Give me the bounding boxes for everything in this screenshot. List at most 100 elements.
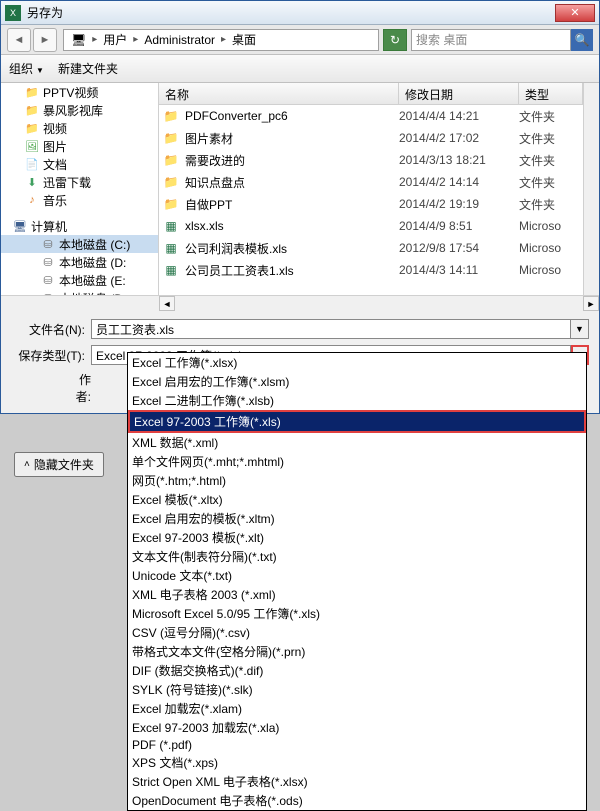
savetype-option[interactable]: 带格式文本文件(空格分隔)(*.prn) — [128, 642, 586, 661]
savetype-option[interactable]: Strict Open XML 电子表格(*.xlsx) — [128, 772, 586, 791]
file-date: 2012/9/8 17:54 — [399, 241, 519, 255]
chevron-right-icon: ▸ — [130, 34, 141, 45]
hide-folders-panel: ˄隐藏文件夹 — [14, 452, 104, 477]
computer-icon: 🖥 — [13, 219, 27, 233]
col-type[interactable]: 类型 — [519, 83, 583, 104]
file-date: 2014/4/9 8:51 — [399, 219, 519, 233]
sidebar-item[interactable]: 📁暴风影视库 — [1, 101, 158, 119]
file-row[interactable]: ▦xlsx.xls2014/4/9 8:51Microso — [159, 215, 583, 237]
dialog-title: 另存为 — [27, 4, 555, 21]
savetype-option[interactable]: Excel 启用宏的模板(*.xltm) — [128, 509, 586, 528]
crumb-admin[interactable]: Administrator — [141, 33, 218, 47]
crumb-desktop[interactable]: 桌面 — [229, 31, 259, 48]
scroll-left-button[interactable]: ◄ — [159, 296, 175, 311]
col-name[interactable]: 名称 — [159, 83, 399, 104]
savetype-option[interactable]: Excel 启用宏的工作簿(*.xlsm) — [128, 372, 586, 391]
sidebar-drive[interactable]: ⛁本地磁盘 (C:) — [1, 235, 158, 253]
back-button[interactable]: ◄ — [7, 28, 31, 52]
main-area: 📁PPTV视频📁暴风影视库📁视频🖼图片📄文档⬇迅雷下载♪音乐🖥计算机⛁本地磁盘 … — [1, 83, 599, 295]
sidebar-item-label: 暴风影视库 — [43, 102, 103, 119]
folder-icon: 📁 — [25, 121, 39, 135]
folder-icon: 📁 — [163, 174, 179, 190]
savetype-label: 保存类型(T): — [11, 347, 91, 364]
savetype-option[interactable]: XPS 文档(*.xps) — [128, 753, 586, 772]
savetype-option[interactable]: DIF (数据交换格式)(*.dif) — [128, 661, 586, 680]
author-label: 作者: — [67, 371, 91, 405]
search-input[interactable]: 搜索 桌面 — [411, 29, 571, 51]
filename-dropdown[interactable]: ▼ — [571, 319, 589, 339]
chevron-right-icon: ▸ — [89, 34, 100, 45]
close-button[interactable]: ✕ — [555, 4, 595, 22]
disk-icon: ⛁ — [41, 255, 55, 269]
file-date: 2014/4/2 19:19 — [399, 197, 519, 211]
search-button[interactable]: 🔍 — [571, 29, 593, 51]
sidebar-item-label: 本地磁盘 (C:) — [59, 236, 130, 253]
file-row[interactable]: 📁自做PPT2014/4/2 19:19文件夹 — [159, 193, 583, 215]
savetype-option[interactable]: Excel 加载宏(*.xlam) — [128, 699, 586, 718]
sidebar-item-label: 视频 — [43, 120, 67, 137]
scroll-right-button[interactable]: ► — [583, 296, 599, 311]
file-row[interactable]: 📁PDFConverter_pc62014/4/4 14:21文件夹 — [159, 105, 583, 127]
sidebar-drive[interactable]: ⛁ 本地磁盘 (D: — [1, 253, 158, 271]
savetype-option[interactable]: Excel 97-2003 模板(*.xlt) — [128, 528, 586, 547]
file-row[interactable]: 📁知识点盘点2014/4/2 14:14文件夹 — [159, 171, 583, 193]
breadcrumb[interactable]: 🖥 ▸ 用户 ▸ Administrator ▸ 桌面 — [63, 29, 379, 51]
savetype-option[interactable]: 网页(*.htm;*.html) — [128, 471, 586, 490]
filename-input[interactable]: 员工工资表.xls — [91, 319, 571, 339]
savetype-option[interactable]: XML 数据(*.xml) — [128, 433, 586, 452]
sidebar-item-label: 本地磁盘 (D: — [59, 254, 126, 271]
organize-menu[interactable]: 组织▼ — [9, 60, 44, 77]
folder-icon: 📁 — [163, 108, 179, 124]
savetype-option[interactable]: 单个文件网页(*.mht;*.mhtml) — [128, 452, 586, 471]
file-type: Microso — [519, 219, 583, 233]
savetype-option[interactable]: XML 电子表格 2003 (*.xml) — [128, 585, 586, 604]
savetype-option[interactable]: PDF (*.pdf) — [128, 737, 586, 753]
file-type: 文件夹 — [519, 196, 583, 213]
folder-icon: 📄 — [25, 157, 39, 171]
savetype-options: Excel 工作簿(*.xlsx)Excel 启用宏的工作簿(*.xlsm)Ex… — [127, 352, 587, 811]
sidebar-computer[interactable]: 🖥计算机 — [1, 217, 158, 235]
horizontal-scrollbar[interactable]: ◄ ► — [1, 295, 599, 311]
savetype-option[interactable]: Excel 二进制工作簿(*.xlsb) — [128, 391, 586, 410]
file-row[interactable]: ▦公司员工工资表1.xls2014/4/3 14:11Microso — [159, 259, 583, 281]
file-type: Microso — [519, 263, 583, 277]
savetype-option[interactable]: SYLK (符号链接)(*.slk) — [128, 680, 586, 699]
folder-icon: 📁 — [163, 152, 179, 168]
new-folder-button[interactable]: 新建文件夹 — [58, 60, 118, 77]
savetype-option[interactable]: Excel 97-2003 工作簿(*.xls) — [128, 410, 586, 433]
sidebar-item[interactable]: 🖼图片 — [1, 137, 158, 155]
file-row[interactable]: 📁图片素材2014/4/2 17:02文件夹 — [159, 127, 583, 149]
sidebar-item[interactable]: 📁 视频 — [1, 119, 158, 137]
excel-file-icon: ▦ — [163, 218, 179, 234]
folder-icon: ♪ — [25, 193, 39, 207]
savetype-option[interactable]: 文本文件(制表符分隔)(*.txt) — [128, 547, 586, 566]
sidebar-item-label: 文档 — [43, 156, 67, 173]
sidebar-drive[interactable]: ⛁本地磁盘 (E: — [1, 271, 158, 289]
sidebar-item[interactable]: ♪音乐 — [1, 191, 158, 209]
sidebar-drive[interactable]: ⛁本地磁盘 (D: — [1, 289, 158, 295]
forward-button[interactable]: ► — [33, 28, 57, 52]
savetype-option[interactable]: CSV (逗号分隔)(*.csv) — [128, 623, 586, 642]
crumb-users[interactable]: 用户 — [100, 31, 130, 48]
savetype-option[interactable]: Excel 模板(*.xltx) — [128, 490, 586, 509]
refresh-button[interactable]: ↻ — [383, 29, 407, 51]
vertical-scrollbar[interactable] — [583, 83, 599, 295]
file-row[interactable]: ▦公司利润表模板.xls2012/9/8 17:54Microso — [159, 237, 583, 259]
savetype-option[interactable]: Microsoft Excel 5.0/95 工作簿(*.xls) — [128, 604, 586, 623]
col-date[interactable]: 修改日期 — [399, 83, 519, 104]
savetype-option[interactable]: Excel 97-2003 加载宏(*.xla) — [128, 718, 586, 737]
file-row[interactable]: 📁需要改进的2014/3/13 18:21文件夹 — [159, 149, 583, 171]
hide-folders-button[interactable]: ˄隐藏文件夹 — [14, 452, 104, 477]
savetype-option[interactable]: OpenDocument 电子表格(*.ods) — [128, 791, 586, 810]
home-icon: 🖥 — [68, 33, 89, 47]
disk-icon: ⛁ — [41, 273, 55, 287]
sidebar-item[interactable]: 📁PPTV视频 — [1, 83, 158, 101]
file-name: 公司员工工资表1.xls — [185, 262, 294, 279]
folder-icon: 🖼 — [25, 139, 39, 153]
file-name: 知识点盘点 — [185, 174, 245, 191]
toolbar: 组织▼ 新建文件夹 — [1, 55, 599, 83]
sidebar-item[interactable]: 📄 文档 — [1, 155, 158, 173]
savetype-option[interactable]: Excel 工作簿(*.xlsx) — [128, 353, 586, 372]
sidebar-item[interactable]: ⬇迅雷下载 — [1, 173, 158, 191]
savetype-option[interactable]: Unicode 文本(*.txt) — [128, 566, 586, 585]
